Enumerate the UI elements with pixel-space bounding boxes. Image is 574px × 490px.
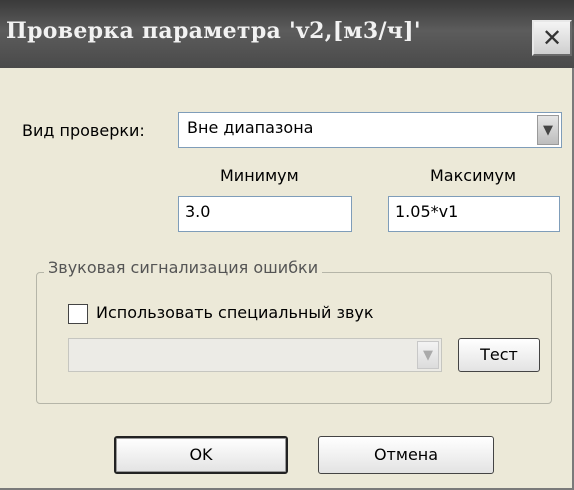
min-input[interactable]: 3.0 [178, 196, 352, 232]
dialog-window: Проверка параметра 'v2,[м3/ч]' ✕ Вид про… [0, 0, 574, 490]
cancel-button[interactable]: Отмена [318, 436, 494, 474]
max-input[interactable]: 1.05*v1 [388, 196, 560, 232]
min-label: Минимум [220, 166, 299, 185]
dialog-title: Проверка параметра 'v2,[м3/ч]' [6, 18, 421, 44]
use-special-sound-label[interactable]: Использовать специальный звук [96, 303, 374, 322]
check-type-value: Вне диапазона [187, 118, 314, 137]
close-button[interactable]: ✕ [532, 20, 572, 56]
test-button[interactable]: Тест [458, 338, 540, 372]
ok-button[interactable]: OK [114, 436, 288, 474]
close-icon: ✕ [541, 24, 563, 52]
sound-select[interactable]: ▼ [68, 338, 442, 372]
check-type-select[interactable]: Вне диапазона ▼ [178, 112, 562, 148]
chevron-down-icon[interactable]: ▼ [417, 341, 439, 369]
chevron-down-icon[interactable]: ▼ [537, 115, 559, 145]
check-type-label: Вид проверки: [22, 121, 145, 140]
sound-group-caption: Звуковая сигнализация ошибки [44, 258, 323, 277]
use-special-sound-checkbox[interactable] [68, 304, 88, 324]
max-label: Максимум [430, 166, 517, 185]
title-bar[interactable]: Проверка параметра 'v2,[м3/ч]' ✕ [0, 0, 574, 68]
